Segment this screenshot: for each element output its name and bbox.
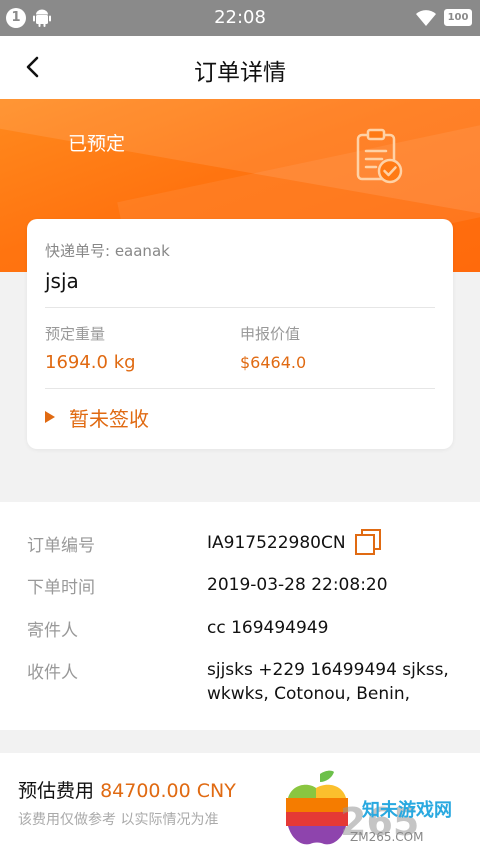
fee-note: 该费用仅做参考 以实际情况为准 [18, 812, 219, 828]
shipment-card: 快递单号: eaanak jsja 预定重量 1694.0 kg 申报价值 $6… [27, 219, 453, 449]
tracking-number: 快递单号: eaanak [45, 242, 170, 260]
triangle-right-icon [45, 411, 55, 423]
order-status-text: 已预定 [68, 133, 126, 155]
sign-status-toggle[interactable]: 暂未签收 [45, 405, 149, 431]
declared-value: $6464.0 [240, 353, 307, 372]
estimated-fee: 预估费用 84700.00 CNY [18, 776, 236, 803]
clock: 22:08 [214, 7, 266, 28]
wifi-icon [416, 10, 436, 26]
sender-value: cc 169494949 [207, 618, 329, 638]
order-time-value: 2019-03-28 22:08:20 [207, 575, 388, 595]
sign-status-text: 暂未签收 [69, 406, 149, 431]
battery-icon: 100 [444, 9, 472, 26]
divider [45, 307, 435, 308]
estimated-fee-amount: 84700.00 CNY [100, 780, 236, 802]
estimated-fee-label: 预估费用 [18, 780, 95, 802]
watermark-site-name: 知未游戏网 [362, 800, 452, 821]
declared-value-label: 申报价值 [240, 325, 301, 343]
copy-icon[interactable] [354, 528, 382, 556]
order-number-label: 订单编号 [27, 536, 95, 556]
status-bar: 1 22:08 100 [0, 0, 480, 36]
watermark-logo: 265 知未游戏网 ZM265.COM [278, 766, 480, 853]
recipient-line-2: wkwks, Cotonou, Benin, [207, 684, 411, 704]
weight-label: 预定重量 [45, 325, 106, 343]
watermark-domain: ZM265.COM [350, 830, 424, 844]
order-number-value: IA917522980CN [207, 533, 346, 553]
recipient-label: 收件人 [27, 663, 78, 683]
sender-label: 寄件人 [27, 621, 78, 641]
carrier-name: jsja [45, 269, 79, 293]
nav-bar: 订单详情 [0, 36, 480, 99]
page-title: 订单详情 [194, 60, 286, 86]
recipient-line-1: sjjsks +229 16499494 sjkss, [207, 660, 449, 680]
clipboard-check-icon [356, 128, 403, 184]
order-details: 订单编号 IA917522980CN 下单时间 2019-03-28 22:08… [0, 502, 480, 730]
divider [45, 388, 435, 389]
weight-value: 1694.0 kg [45, 352, 136, 373]
order-time-label: 下单时间 [27, 578, 95, 598]
